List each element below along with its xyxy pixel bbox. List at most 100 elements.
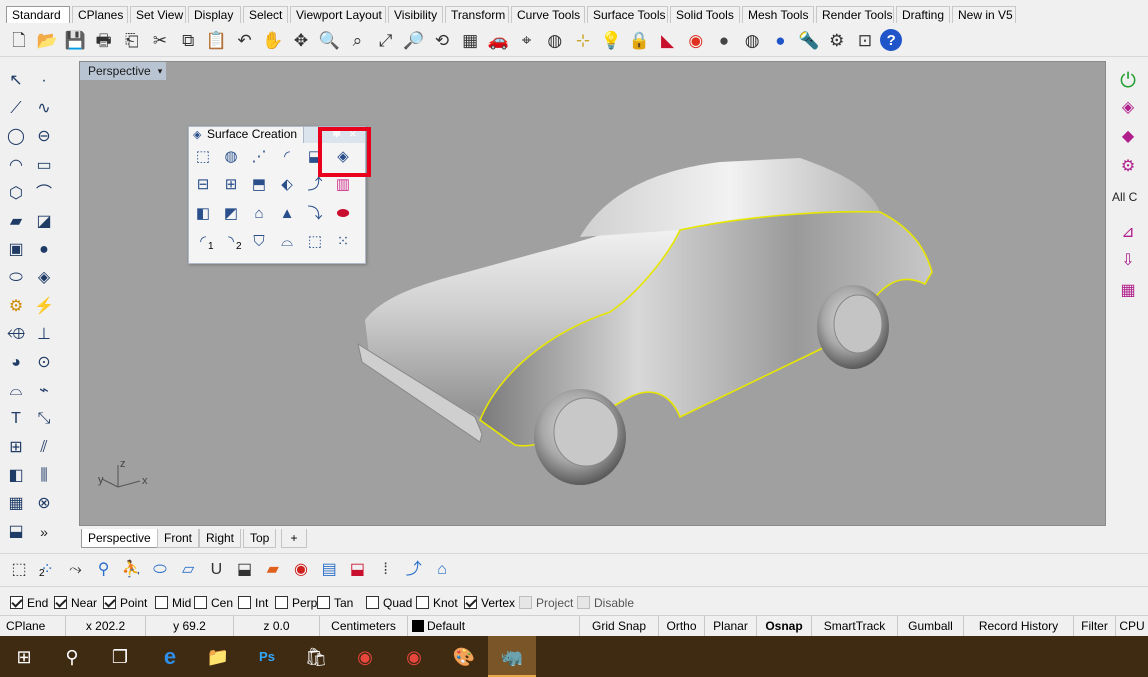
planar-surface-icon[interactable]: ⊟ — [191, 173, 215, 197]
dot-grid-icon[interactable]: ⁙ — [331, 230, 355, 254]
cone-surface-icon[interactable]: ▲ — [275, 201, 299, 225]
cylinder-mesh-icon[interactable]: ⛹ — [119, 557, 145, 583]
heightfield-icon[interactable]: ⛉ — [247, 230, 271, 254]
view-tab-perspective[interactable]: Perspective — [81, 529, 158, 548]
control-points-icon[interactable]: ⬓ — [344, 557, 370, 583]
panel-gear-icon[interactable]: ✽ — [332, 127, 341, 140]
curve-deform-icon[interactable]: ⌂ — [429, 557, 455, 583]
store-icon[interactable]: 🛍 — [292, 636, 340, 677]
u-icon[interactable]: ▱ — [175, 557, 201, 583]
dimension-icon[interactable]: ⤡ — [31, 406, 57, 432]
blend-icon[interactable]: ⤳ — [62, 557, 88, 583]
undo-view-icon[interactable]: ⟲ — [429, 27, 455, 53]
fillet-icon[interactable]: ⌓ — [3, 378, 29, 404]
checkbox-icon[interactable] — [155, 596, 168, 609]
cylinder-icon[interactable]: ⬭ — [3, 265, 29, 291]
search-icon[interactable]: ⚲ — [48, 636, 96, 677]
osnap-quad[interactable]: Quad — [366, 595, 412, 610]
options-gear-icon[interactable]: ⚙ — [824, 27, 850, 53]
osnap-end[interactable]: End — [10, 595, 48, 610]
status-filter[interactable]: Filter — [1074, 616, 1116, 637]
offset-icon[interactable]: ⌁ — [31, 378, 57, 404]
extrude-curve-icon[interactable]: ◧ — [191, 201, 215, 225]
history-icon[interactable]: ⊗ — [31, 491, 57, 517]
rotate-view-icon[interactable]: ✥ — [288, 27, 314, 53]
file-explorer-icon[interactable]: 📁 — [194, 636, 242, 677]
status-record-history[interactable]: Record History — [964, 616, 1074, 637]
edge-surface-icon[interactable]: ⊞ — [219, 173, 243, 197]
tab-transform[interactable]: Transform — [445, 6, 509, 23]
render-icon[interactable]: ⬓ — [3, 519, 29, 545]
checkbox-icon[interactable] — [194, 596, 207, 609]
zebra-icon[interactable]: ▰ — [260, 557, 286, 583]
lightbulb-icon[interactable]: 💡 — [598, 27, 624, 53]
tab-drafting[interactable]: Drafting — [896, 6, 950, 23]
sphere-surface-icon[interactable]: ◍ — [219, 144, 243, 168]
group-icon[interactable]: ⊞ — [3, 435, 29, 461]
pink-surface-icon[interactable]: ◆ — [1115, 124, 1141, 150]
checkbox-icon[interactable] — [238, 596, 251, 609]
checkbox-icon[interactable] — [103, 596, 116, 609]
osnap-int[interactable]: Int — [238, 595, 268, 610]
checkbox-icon[interactable] — [416, 596, 429, 609]
rail-revolve-icon[interactable]: ⤵ — [303, 201, 327, 225]
box-mesh-icon[interactable]: U — [203, 557, 229, 583]
status-layer[interactable]: Default — [408, 616, 580, 637]
layer-icon[interactable]: ◣ — [655, 27, 681, 53]
red-box-icon[interactable]: ▤ — [316, 557, 342, 583]
flat-surface-icon[interactable]: ⬭ — [147, 557, 173, 583]
named-views-icon[interactable]: ⌖ — [514, 27, 540, 53]
task-view-icon[interactable]: ❐ — [96, 636, 144, 677]
checkbox-icon[interactable] — [464, 596, 477, 609]
person-icon[interactable]: ⚲ — [91, 557, 117, 583]
status-gumball[interactable]: Gumball — [898, 616, 964, 637]
point-icon[interactable]: · — [31, 68, 57, 94]
checkbox-icon[interactable] — [54, 596, 67, 609]
curve-fillet-icon[interactable]: ⌒ — [31, 181, 57, 207]
save-icon[interactable]: 💾 — [62, 27, 88, 53]
osnap-near[interactable]: Near — [54, 595, 97, 610]
join-icon[interactable]: ⊙ — [31, 350, 57, 376]
pan-hand-icon[interactable]: ✋ — [260, 27, 286, 53]
panel-close-icon[interactable]: × — [349, 126, 357, 141]
sweep-curve-icon[interactable]: ⁞ — [373, 557, 399, 583]
network-surface-icon[interactable]: ⋰ — [247, 144, 271, 168]
zoom-window-icon[interactable]: ⌕ — [344, 27, 370, 53]
boolean-icon[interactable]: ◕ — [3, 350, 29, 376]
start-windows-icon[interactable]: ⊞ — [0, 636, 48, 677]
viewport-menu-dropdown[interactable]: ▾ — [154, 62, 166, 80]
group-icon[interactable]: ⊡ — [852, 27, 878, 53]
curve-points-icon[interactable]: ∿ — [31, 96, 57, 122]
four-viewports-icon[interactable]: ▦ — [457, 27, 483, 53]
render-icon[interactable]: 🔦 — [796, 27, 822, 53]
help-icon[interactable]: ? — [880, 29, 903, 51]
status-osnap[interactable]: Osnap — [757, 616, 812, 637]
osnap-settings-icon[interactable]: ⊹ — [570, 27, 596, 53]
tab-solid-tools[interactable]: Solid Tools — [670, 6, 740, 23]
rainbow-analysis-icon[interactable]: ⬓ — [232, 557, 258, 583]
rhino-icon[interactable]: 🦏 — [488, 636, 536, 677]
tab-viewport-layout[interactable]: Viewport Layout — [290, 6, 386, 23]
viewport-title[interactable]: Perspective — [80, 62, 159, 80]
cube-mesh-icon[interactable]: ◈ — [1115, 95, 1141, 121]
add-view-tab-button[interactable]: + — [281, 529, 307, 548]
status-units[interactable]: Centimeters — [320, 616, 408, 637]
grid-array-icon[interactable]: ▦ — [3, 491, 29, 517]
status-planar[interactable]: Planar — [705, 616, 757, 637]
copy-icon[interactable]: ⧉ — [175, 27, 201, 53]
extrude-straight-icon[interactable]: ◩ — [219, 201, 243, 225]
status-cplane[interactable]: CPlane — [0, 616, 66, 637]
zoom-icon[interactable]: 🔍 — [316, 27, 342, 53]
new-file-icon[interactable]: 🗋 — [6, 27, 32, 53]
photoshop-icon[interactable]: Ps — [243, 636, 291, 677]
patch-icon[interactable]: ⬖ — [275, 173, 299, 197]
osnap-knot[interactable]: Knot — [416, 595, 458, 610]
pink-dimension-icon[interactable]: ⊿ — [1115, 220, 1141, 246]
cplane-icon[interactable]: ◍ — [542, 27, 568, 53]
checkbox-icon[interactable] — [275, 596, 288, 609]
extrude-surface-icon[interactable]: ⬒ — [247, 173, 271, 197]
paint-icon[interactable]: 🎨 — [440, 636, 488, 677]
lock-icon[interactable]: 🔒 — [626, 27, 652, 53]
cut-icon[interactable]: ✂ — [147, 27, 173, 53]
osnap-mid[interactable]: Mid — [155, 595, 191, 610]
